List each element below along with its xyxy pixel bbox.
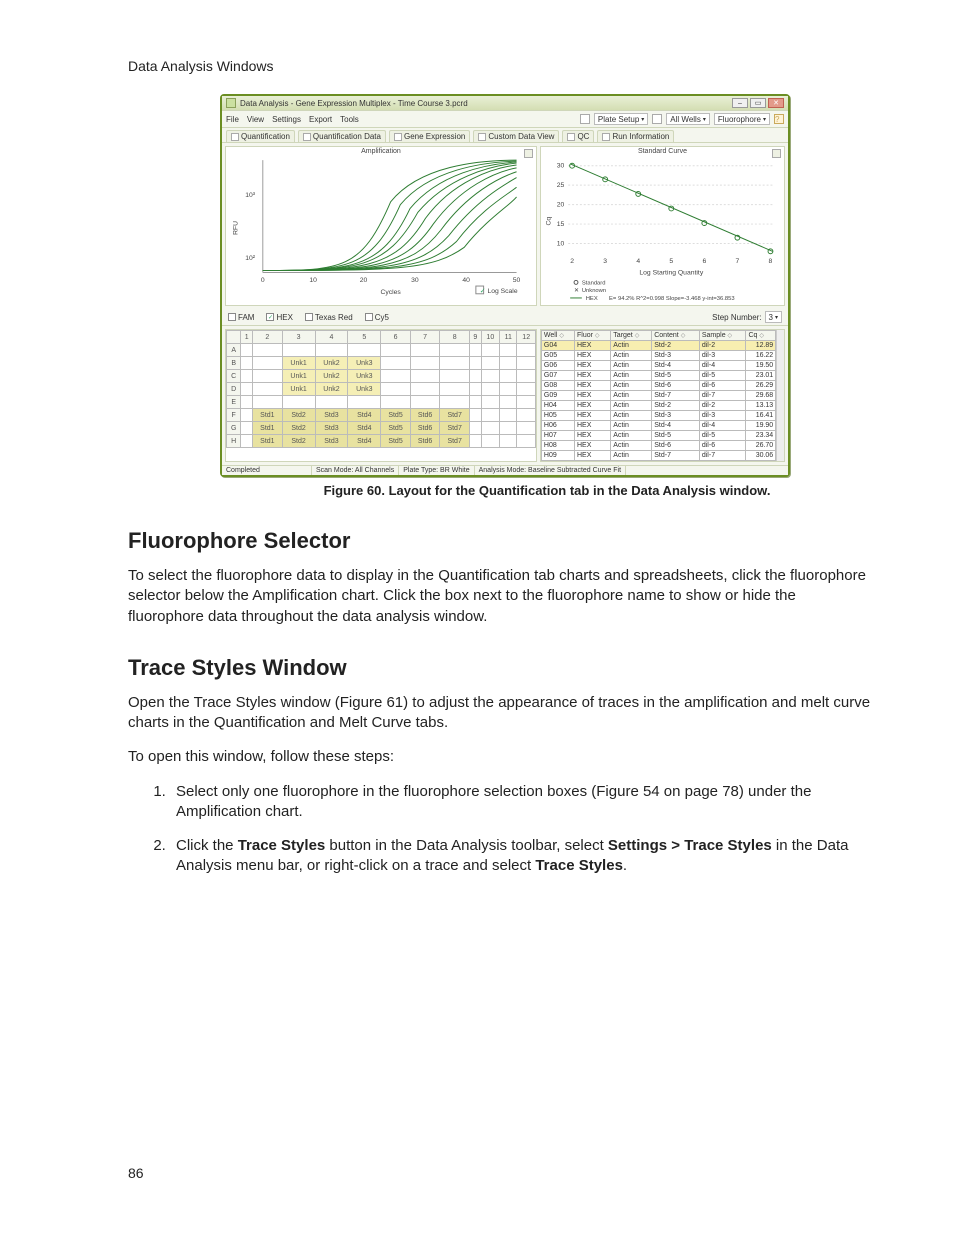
fluor-texas-red[interactable]: Texas Red [305,313,353,322]
menu-bar: File View Settings Export Tools Plate Se… [222,110,788,128]
fluor-cy5[interactable]: Cy5 [365,313,389,322]
app-window: Data Analysis - Gene Expression Multiple… [220,94,790,477]
status-analysis: Analysis Mode: Baseline Subtracted Curve… [475,466,626,475]
svg-text:10: 10 [309,277,317,284]
menu-file[interactable]: File [226,115,239,124]
svg-text:Cq: Cq [546,217,553,226]
status-state: Completed [222,466,312,475]
menu-export[interactable]: Export [309,115,332,124]
scrollbar[interactable] [776,330,784,461]
svg-text:Log Starting Quantity: Log Starting Quantity [639,270,703,277]
heading-fluorophore-selector: Fluorophore Selector [128,528,874,554]
menu-tools[interactable]: Tools [340,115,359,124]
mode-dropdown[interactable]: Fluorophore▾ [714,113,770,125]
data-table[interactable]: Well ◇Fluor ◇Target ◇Content ◇Sample ◇Cq… [540,329,785,462]
list-item: Click the Trace Styles button in the Dat… [170,836,874,877]
title-bar: Data Analysis - Gene Expression Multiple… [222,96,788,110]
maximize-button[interactable]: ▭ [750,98,766,108]
page-number: 86 [128,1165,144,1181]
figure-60: Data Analysis - Gene Expression Multiple… [220,94,874,498]
tab-run-info[interactable]: Run Information [597,130,674,142]
zoom-icon[interactable] [772,149,781,158]
chart-icon [231,133,239,141]
status-scan: Scan Mode: All Channels [312,466,399,475]
plate-grid[interactable]: 123456789101112ABUnk1Unk2Unk3CUnk1Unk2Un… [225,329,537,462]
svg-text:RFU: RFU [233,221,240,235]
svg-text:Cycles: Cycles [380,289,401,296]
amplification-panel: Amplification RFU 10³ 10² [225,146,537,306]
plate-setup-dropdown[interactable]: Plate Setup▾ [594,113,648,125]
wells-icon [652,114,662,124]
svg-text:5: 5 [669,258,673,265]
std-title: Standard Curve [541,148,784,155]
zoom-icon[interactable] [524,149,533,158]
table-icon [303,133,311,141]
help-button[interactable]: ? [774,114,784,124]
fluor-fam[interactable]: FAM [228,313,254,322]
svg-text:50: 50 [513,277,521,284]
paragraph: Open the Trace Styles window (Figure 61)… [128,693,874,734]
info-icon [602,133,610,141]
step-select[interactable]: 3▾ [765,311,782,323]
svg-text:10²: 10² [245,255,256,262]
svg-text:10: 10 [557,240,565,247]
status-bar: Completed Scan Mode: All Channels Plate … [222,465,788,475]
svg-text:25: 25 [557,182,565,189]
wells-dropdown[interactable]: All Wells▾ [666,113,710,125]
running-head: Data Analysis Windows [128,58,874,74]
app-icon [226,98,236,108]
step-label: Step Number: [712,313,761,322]
svg-text:8: 8 [768,258,772,265]
figure-caption: Figure 60. Layout for the Quantification… [220,483,874,498]
svg-text:Log Scale: Log Scale [487,288,517,295]
tab-qc[interactable]: QC [562,130,594,142]
svg-text:30: 30 [557,163,565,170]
svg-text:15: 15 [557,221,565,228]
minimize-button[interactable]: – [732,98,748,108]
check-icon [567,133,575,141]
status-plate-type: Plate Type: BR White [399,466,474,475]
svg-text:✓: ✓ [480,288,486,295]
svg-text:20: 20 [360,277,368,284]
heading-trace-styles: Trace Styles Window [128,655,874,681]
paragraph: To select the fluorophore data to displa… [128,566,874,627]
standard-curve-panel: Standard Curve Cq 302520 1510 [540,146,785,306]
standard-curve-chart: Cq 302520 1510 [541,147,784,305]
close-button[interactable]: ✕ [768,98,784,108]
menu-settings[interactable]: Settings [272,115,301,124]
tab-custom-data[interactable]: Custom Data View [473,130,559,142]
svg-text:20: 20 [557,202,565,209]
fluorophore-selector: FAM ✓HEX Texas Red Cy5 Step Number: 3▾ [222,309,788,326]
svg-text:0: 0 [261,277,265,284]
svg-text:HEX: HEX [586,296,598,302]
svg-text:Standard: Standard [582,280,606,286]
svg-text:7: 7 [735,258,739,265]
svg-text:30: 30 [411,277,419,284]
tab-gene-expression[interactable]: Gene Expression [389,130,470,142]
window-title: Data Analysis - Gene Expression Multiple… [240,99,468,108]
svg-text:4: 4 [636,258,640,265]
tab-quantification[interactable]: Quantification [226,130,295,142]
menu-view[interactable]: View [247,115,264,124]
fluor-hex[interactable]: ✓HEX [266,313,292,322]
svg-text:10³: 10³ [245,192,256,199]
svg-text:2: 2 [570,258,574,265]
list-item: Select only one fluorophore in the fluor… [170,782,874,823]
amplification-chart: RFU 10³ 10² [226,147,536,305]
svg-text:✕: ✕ [574,288,579,294]
tab-bar: Quantification Quantification Data Gene … [222,128,788,143]
svg-text:E= 94.2% R^2=0.998 Slope=-3.46: E= 94.2% R^2=0.998 Slope=-3.468 y-int=36… [609,296,735,302]
svg-text:3: 3 [603,258,607,265]
bars-icon [394,133,402,141]
svg-text:40: 40 [462,277,470,284]
amp-title: Amplification [226,148,536,155]
paragraph: To open this window, follow these steps: [128,747,874,767]
svg-text:6: 6 [702,258,706,265]
target-icon [478,133,486,141]
svg-text:Unknown: Unknown [582,288,606,294]
plate-setup-icon [580,114,590,124]
tab-quant-data[interactable]: Quantification Data [298,130,386,142]
